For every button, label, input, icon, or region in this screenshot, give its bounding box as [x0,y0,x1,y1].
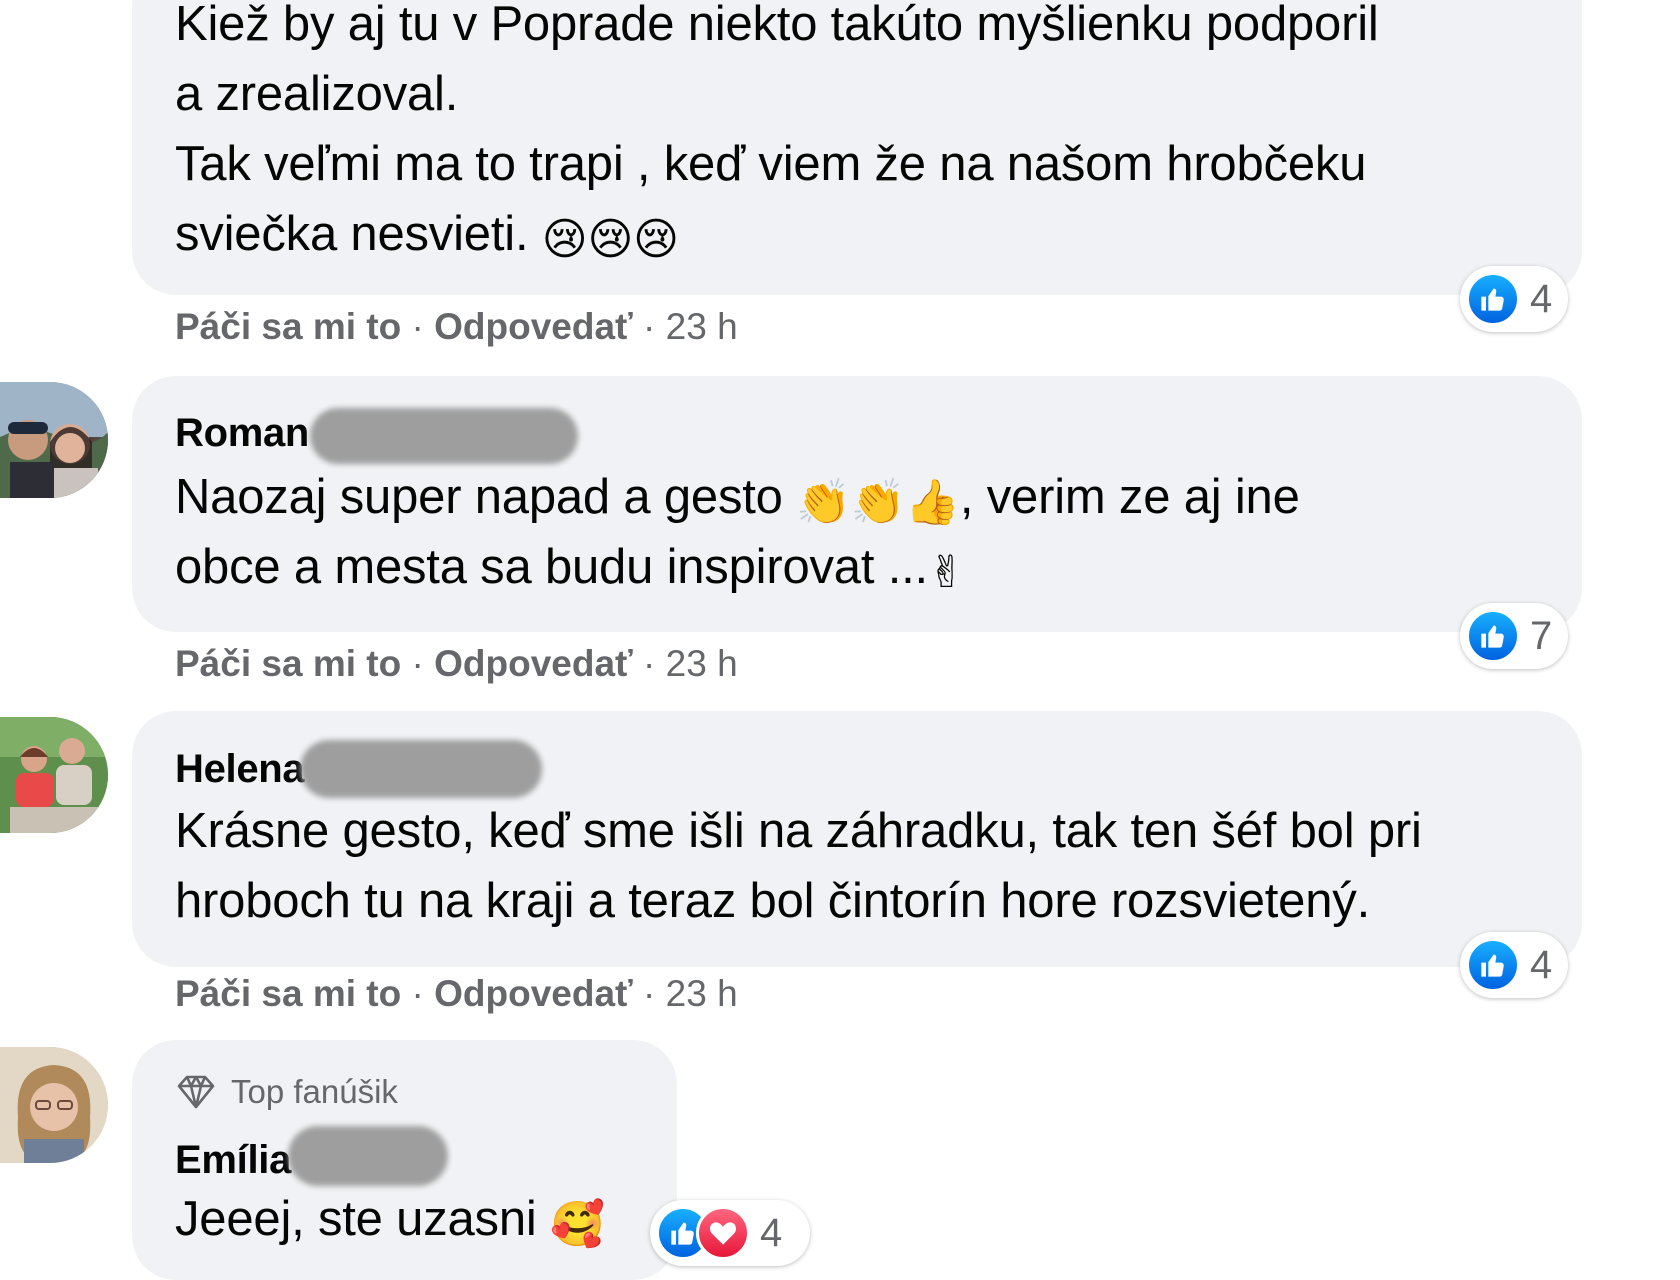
avatar[interactable] [0,382,108,498]
badge-label: Top fanúšik [231,1073,398,1110]
comment-author[interactable]: Roman [175,411,309,456]
comment-actions: Páči sa mi to · Odpovedať · 23 h [175,973,738,1015]
reaction-summary[interactable]: 7 [1460,603,1568,669]
like-reaction-icon [1466,272,1520,326]
reaction-count: 4 [760,1210,783,1255]
comment-text: obce a mesta sa budu inspirovat ... [175,540,928,594]
comment-text-line: Tak veľmi ma to trapi , keď viem že na n… [175,137,1367,191]
separator: · [632,643,666,684]
comment-text: , verim ze aj ine [959,470,1300,524]
smiling-hearts-emoji: 🥰 [550,1200,605,1249]
separator: · [632,973,666,1014]
comment-text-line: Kiež by aj tu v Poprade niekto takúto my… [175,0,1379,51]
reaction-count: 7 [1530,613,1553,658]
comment-author[interactable]: Helena [175,747,305,792]
love-reaction-icon [696,1206,750,1260]
comment-text-line: sviečka nesvieti. 😢😢😢 [175,199,679,275]
diamond-icon [175,1074,217,1110]
comment-text-line: Jeeej, ste uzasni 🥰 [175,1184,605,1260]
comment-text: sviečka nesvieti. [175,207,529,261]
redacted-name [310,408,578,464]
reaction-summary[interactable]: 4 [650,1200,810,1266]
separator: · [401,306,435,347]
comment-text-line: hroboch tu na kraji a teraz bol čintorín… [175,874,1370,928]
comment-text-line: obce a mesta sa budu inspirovat ...✌ [175,532,965,608]
comment-author[interactable]: Emília [175,1138,291,1183]
reaction-summary[interactable]: 4 [1460,266,1568,332]
like-reaction-icon [1466,609,1520,663]
reaction-summary[interactable]: 4 [1460,932,1568,998]
victory-emoji: ✌ [927,548,965,597]
like-link[interactable]: Páči sa mi to [175,643,401,684]
comment-actions: Páči sa mi to · Odpovedať · 23 h [175,643,738,685]
like-link[interactable]: Páči sa mi to [175,973,401,1014]
clap-emoji: 👏👏👍 [796,478,960,527]
separator: · [401,973,435,1014]
comment-text: Naozaj super napad a gesto [175,470,797,524]
comment-actions: Páči sa mi to · Odpovedať · 23 h [175,306,738,348]
redacted-name [300,740,542,798]
comment-text-line: a zrealizoval. [175,67,459,121]
like-link[interactable]: Páči sa mi to [175,306,401,347]
top-fan-badge: Top fanúšik [175,1073,398,1111]
timestamp[interactable]: 23 h [666,306,738,347]
reaction-count: 4 [1530,942,1553,987]
reply-link[interactable]: Odpovedať [434,643,633,684]
timestamp[interactable]: 23 h [666,973,738,1014]
timestamp[interactable]: 23 h [666,643,738,684]
avatar[interactable] [0,1047,108,1163]
reply-link[interactable]: Odpovedať [434,306,633,347]
comment-text-line: Naozaj super napad a gesto 👏👏👍, verim ze… [175,462,1300,538]
separator: · [401,643,435,684]
reply-link[interactable]: Odpovedať [434,973,633,1014]
crying-emoji: 😢😢😢 [541,215,679,264]
redacted-name [288,1126,448,1186]
comment-text-line: Krásne gesto, keď sme išli na záhradku, … [175,804,1422,858]
comment-text: Jeeej, ste uzasni [175,1192,551,1246]
separator: · [632,306,666,347]
like-reaction-icon [1466,938,1520,992]
reaction-count: 4 [1530,276,1553,321]
avatar[interactable] [0,717,108,833]
